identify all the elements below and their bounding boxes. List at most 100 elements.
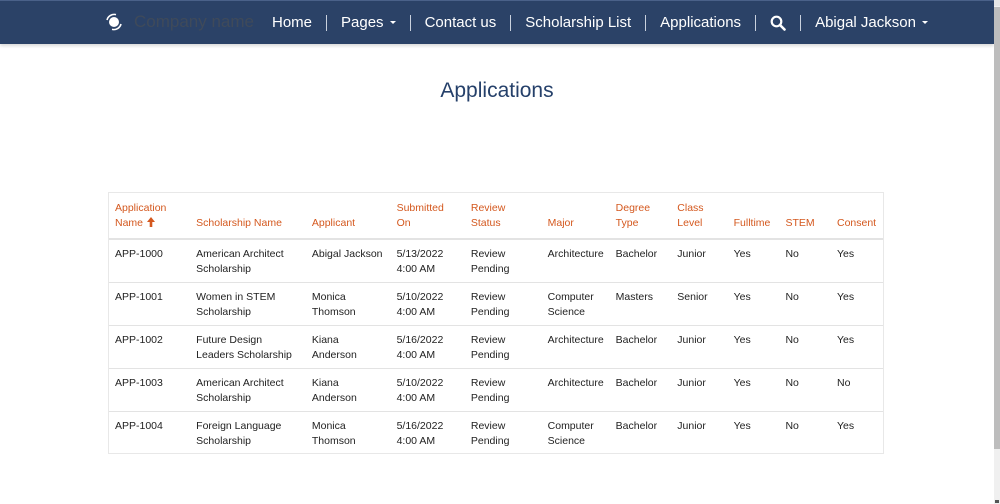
cell-major: Architecture bbox=[541, 239, 610, 283]
user-menu[interactable]: Abigal Jackson bbox=[801, 14, 942, 31]
caret-down-icon bbox=[389, 21, 396, 24]
user-name: Abigal Jackson bbox=[815, 14, 916, 31]
cell-submitted-on: 5/13/2022 4:00 AM bbox=[390, 239, 465, 283]
column-header-review-status[interactable]: Review Status bbox=[464, 193, 542, 240]
applications-table: Application Name Scholarship Name Applic… bbox=[108, 192, 884, 454]
cell-fulltime: Yes bbox=[727, 368, 780, 412]
search-icon bbox=[770, 15, 786, 31]
cell-scholarship-name: Foreign Language Scholarship bbox=[196, 420, 282, 447]
cell-scholarship-name: American Architect Scholarship bbox=[190, 239, 306, 283]
cell-degree-type: Bachelor bbox=[609, 325, 672, 369]
table-row[interactable]: APP-1000 American Architect Scholarship Ab… bbox=[109, 239, 883, 283]
scroll-down-arrow[interactable] bbox=[995, 500, 999, 503]
cell-review-status: Review Pending bbox=[464, 325, 542, 369]
cell-consent: Yes bbox=[830, 239, 883, 283]
nav-item-scholarship-list[interactable]: Scholarship List bbox=[511, 14, 645, 31]
cell-review-status: Review Pending bbox=[470, 420, 510, 447]
cell-consent: No bbox=[830, 368, 883, 412]
cell-consent: Yes bbox=[830, 325, 883, 369]
nav-label: Pages bbox=[341, 14, 384, 31]
cell-applicant: Kiana Anderson bbox=[305, 368, 391, 412]
nav-label: Contact us bbox=[424, 14, 497, 31]
main-nav: Home Pages Contact us Scholarship List A… bbox=[258, 1, 942, 44]
nav-label: Scholarship List bbox=[525, 14, 632, 31]
cell-applicant: Kiana Anderson bbox=[305, 325, 391, 369]
cell-scholarship-name: Future Design Leaders Scholarship bbox=[190, 325, 306, 369]
cell-class-level: Junior bbox=[671, 368, 728, 412]
cell-degree-type: Bachelor bbox=[609, 368, 672, 412]
cell-major: Computer Science bbox=[541, 282, 610, 326]
page-title: Applications bbox=[440, 79, 554, 102]
cell-application-name[interactable]: APP-1004 bbox=[109, 412, 190, 455]
column-header-application-name[interactable]: Application Name bbox=[109, 193, 191, 240]
cell-stem: No bbox=[779, 325, 831, 369]
cell-major: Architecture bbox=[541, 325, 610, 369]
cell-review-status: Review Pending bbox=[464, 282, 542, 326]
company-name: Company name bbox=[134, 12, 255, 31]
column-label: Application Name bbox=[115, 202, 167, 229]
table-row[interactable]: APP-1001 Women in STEM Scholarship Monica … bbox=[109, 282, 883, 326]
cell-degree-type: Masters bbox=[609, 282, 672, 326]
column-header-scholarship-name[interactable]: Scholarship Name bbox=[190, 193, 306, 240]
nav-label: Home bbox=[272, 14, 313, 31]
nav-label: Applications bbox=[660, 14, 742, 31]
scrollbar-thumb[interactable] bbox=[994, 7, 1000, 449]
cell-submitted-on: 5/10/2022 4:00 AM bbox=[390, 282, 465, 326]
cell-submitted-on: 5/16/2022 4:00 AM bbox=[396, 420, 444, 447]
cell-applicant: Abigal Jackson bbox=[305, 239, 391, 283]
cell-applicant: Monica Thomson bbox=[305, 282, 391, 326]
table-row[interactable]: APP-1002 Future Design Leaders Scholarshi… bbox=[109, 325, 883, 369]
cell-consent: Yes bbox=[830, 282, 883, 326]
cell-major: Architecture bbox=[541, 368, 610, 412]
cell-application-name[interactable]: APP-1003 bbox=[109, 368, 191, 412]
column-header-submitted-on[interactable]: Submitted On bbox=[390, 193, 465, 240]
cell-consent: Yes bbox=[836, 420, 855, 432]
cell-application-name[interactable]: APP-1000 bbox=[109, 239, 191, 283]
column-header-fulltime[interactable]: Fulltime bbox=[727, 193, 780, 240]
cell-review-status: Review Pending bbox=[464, 239, 542, 283]
brand[interactable]: Company name bbox=[104, 12, 254, 32]
cell-review-status: Review Pending bbox=[464, 368, 542, 412]
cell-class-level: Junior bbox=[671, 239, 728, 283]
cell-degree-type: Bachelor bbox=[615, 420, 658, 432]
column-header-degree-type[interactable]: Degree Type bbox=[609, 193, 672, 240]
cell-fulltime: Yes bbox=[727, 325, 780, 369]
search-button[interactable] bbox=[756, 15, 800, 31]
cell-class-level: Junior bbox=[677, 420, 706, 432]
column-header-applicant[interactable]: Applicant bbox=[305, 193, 391, 240]
cell-fulltime: Yes bbox=[733, 420, 751, 432]
cell-stem: No bbox=[779, 368, 831, 412]
nav-item-pages[interactable]: Pages bbox=[327, 14, 410, 31]
nav-item-applications[interactable]: Applications bbox=[646, 14, 755, 31]
column-header-class-level[interactable]: Class Level bbox=[671, 193, 728, 240]
table-row[interactable]: APP-1004 Foreign Language Scholarship Moni… bbox=[109, 412, 883, 455]
cell-stem: No bbox=[779, 282, 831, 326]
cell-fulltime: Yes bbox=[727, 282, 780, 326]
top-navbar: Company name Home Pages Contact us Schol… bbox=[0, 0, 994, 44]
scroll-up-arrow[interactable] bbox=[994, 0, 1000, 6]
cell-application-name[interactable]: APP-1002 bbox=[109, 325, 191, 369]
cell-submitted-on: 5/16/2022 4:00 AM bbox=[390, 325, 465, 369]
caret-down-icon bbox=[921, 21, 928, 24]
cell-submitted-on: 5/10/2022 4:00 AM bbox=[390, 368, 465, 412]
sort-ascending-icon bbox=[147, 217, 156, 227]
cell-degree-type: Bachelor bbox=[609, 239, 672, 283]
vertical-scrollbar[interactable] bbox=[994, 0, 1000, 504]
column-header-consent[interactable]: Consent bbox=[830, 193, 883, 240]
column-header-major[interactable]: Major bbox=[541, 193, 610, 240]
cell-fulltime: Yes bbox=[727, 239, 780, 283]
company-logo-icon bbox=[106, 13, 122, 31]
cell-stem: No bbox=[779, 239, 831, 283]
cell-scholarship-name: Women in STEM Scholarship bbox=[190, 282, 306, 326]
cell-stem: No bbox=[785, 420, 799, 432]
nav-item-contact-us[interactable]: Contact us bbox=[411, 14, 511, 31]
column-header-stem[interactable]: STEM bbox=[779, 193, 831, 240]
table-header-row: Application Name Scholarship Name Applic… bbox=[109, 193, 883, 240]
cell-application-name[interactable]: APP-1001 bbox=[109, 282, 191, 326]
nav-item-home[interactable]: Home bbox=[258, 14, 326, 31]
cell-major: Computer Science bbox=[547, 420, 594, 447]
cell-class-level: Senior bbox=[671, 282, 728, 326]
cell-scholarship-name: American Architect Scholarship bbox=[190, 368, 306, 412]
cell-applicant: Monica Thomson bbox=[311, 420, 356, 447]
table-row[interactable]: APP-1003 American Architect Scholarship Ki… bbox=[109, 368, 883, 412]
